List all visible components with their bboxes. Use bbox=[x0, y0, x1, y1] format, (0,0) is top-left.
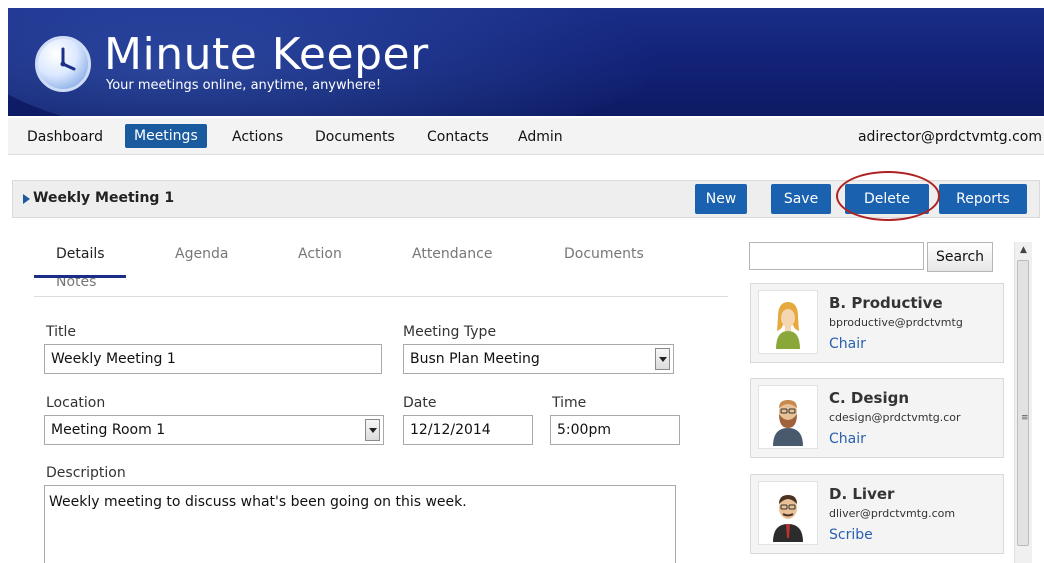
delete-highlight-circle bbox=[836, 171, 940, 221]
user-email-link[interactable]: adirector@prdctvmtg.com bbox=[858, 126, 1042, 148]
meeting-title: Weekly Meeting 1 bbox=[33, 190, 175, 206]
clock-logo-icon bbox=[35, 36, 91, 92]
scrollbar-thumb[interactable]: ≡ bbox=[1017, 260, 1029, 546]
tab-details[interactable]: Details bbox=[56, 246, 105, 262]
app-title: Minute Keeper bbox=[104, 29, 429, 80]
description-label: Description bbox=[46, 465, 126, 481]
app-header: Minute Keeper Your meetings online, anyt… bbox=[8, 8, 1044, 116]
active-tab-indicator bbox=[34, 275, 126, 278]
contact-search-input[interactable] bbox=[749, 242, 924, 270]
tab-action[interactable]: Action bbox=[298, 246, 342, 262]
contact-email: bproductive@prdctvmtg bbox=[829, 316, 963, 329]
contact-name: C. Design bbox=[829, 389, 910, 407]
man-avatar-icon bbox=[773, 495, 803, 542]
grip-icon: ≡ bbox=[1021, 413, 1029, 423]
tab-attendance[interactable]: Attendance bbox=[412, 246, 492, 262]
main-nav: Dashboard Meetings Actions Documents Con… bbox=[8, 118, 1044, 155]
reports-button[interactable]: Reports bbox=[939, 184, 1027, 214]
avatar bbox=[758, 481, 818, 545]
title-label: Title bbox=[46, 324, 77, 340]
meeting-type-label: Meeting Type bbox=[403, 324, 497, 340]
chevron-down-icon[interactable] bbox=[365, 419, 380, 441]
time-label: Time bbox=[552, 395, 587, 411]
avatar bbox=[758, 290, 818, 354]
woman-avatar-icon bbox=[776, 302, 800, 349]
contact-card[interactable]: C. Design cdesign@prdctvmtg.cor Chair bbox=[750, 378, 1004, 458]
meeting-type-select[interactable]: Busn Plan Meeting bbox=[403, 344, 674, 374]
location-value: Meeting Room 1 bbox=[51, 422, 166, 438]
chevron-down-icon[interactable] bbox=[655, 348, 670, 370]
avatar bbox=[758, 385, 818, 449]
tabs-divider bbox=[34, 296, 728, 297]
collapse-triangle-icon[interactable] bbox=[23, 194, 30, 204]
bearded-man-avatar-icon bbox=[773, 400, 803, 446]
nav-documents[interactable]: Documents bbox=[306, 126, 404, 148]
contacts-scrollbar[interactable]: ▲ ≡ bbox=[1014, 242, 1032, 563]
nav-dashboard[interactable]: Dashboard bbox=[18, 126, 112, 148]
date-input[interactable]: 12/12/2014 bbox=[403, 415, 533, 445]
contact-email: dliver@prdctvmtg.com bbox=[829, 507, 956, 520]
tab-documents[interactable]: Documents bbox=[564, 246, 644, 262]
tab-agenda[interactable]: Agenda bbox=[175, 246, 228, 262]
contact-email: cdesign@prdctvmtg.cor bbox=[829, 411, 961, 424]
app-window: Minute Keeper Your meetings online, anyt… bbox=[8, 8, 1044, 563]
contact-role-link[interactable]: Chair bbox=[829, 431, 866, 447]
date-label: Date bbox=[403, 395, 437, 411]
contact-card[interactable]: D. Liver dliver@prdctvmtg.com Scribe bbox=[750, 474, 1004, 554]
nav-admin[interactable]: Admin bbox=[509, 126, 572, 148]
nav-actions[interactable]: Actions bbox=[223, 126, 292, 148]
contact-role-link[interactable]: Chair bbox=[829, 336, 866, 352]
contact-role-link[interactable]: Scribe bbox=[829, 527, 873, 543]
scroll-up-arrow-icon[interactable]: ▲ bbox=[1015, 242, 1032, 258]
nav-contacts[interactable]: Contacts bbox=[418, 126, 498, 148]
time-input[interactable]: 5:00pm bbox=[550, 415, 680, 445]
contact-card[interactable]: B. Productive bproductive@prdctvmtg Chai… bbox=[750, 283, 1004, 363]
nav-meetings[interactable]: Meetings bbox=[125, 124, 207, 148]
location-select[interactable]: Meeting Room 1 bbox=[44, 415, 384, 445]
contact-name: D. Liver bbox=[829, 485, 895, 503]
description-textarea[interactable]: Weekly meeting to discuss what's been go… bbox=[44, 485, 676, 563]
contact-name: B. Productive bbox=[829, 294, 943, 312]
title-input[interactable]: Weekly Meeting 1 bbox=[44, 344, 382, 374]
meeting-type-value: Busn Plan Meeting bbox=[410, 351, 540, 367]
location-label: Location bbox=[46, 395, 106, 411]
save-button[interactable]: Save bbox=[771, 184, 831, 214]
new-button[interactable]: New bbox=[695, 184, 747, 214]
app-tagline: Your meetings online, anytime, anywhere! bbox=[106, 78, 382, 93]
search-button[interactable]: Search bbox=[927, 242, 993, 272]
